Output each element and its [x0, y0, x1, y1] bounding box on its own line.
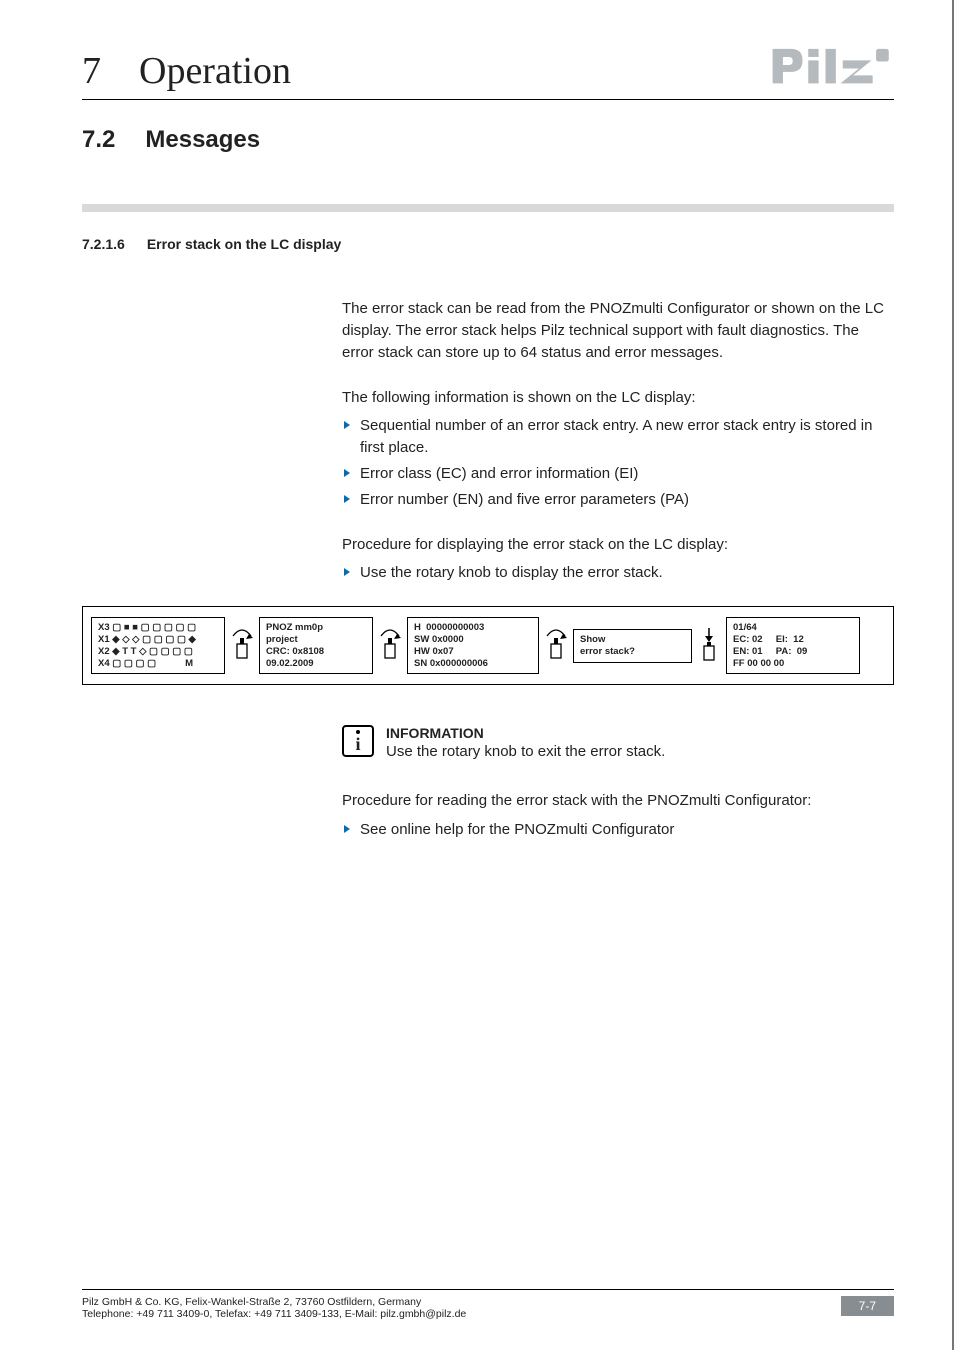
bullet-list: Use the rotary knob to display the error…: [342, 562, 894, 584]
chapter-heading: 7 Operation: [82, 49, 291, 93]
chapter-title: Operation: [139, 49, 291, 93]
paragraph: The error stack can be read from the PNO…: [342, 298, 894, 365]
page-header: 7 Operation: [82, 42, 894, 100]
body-column: The error stack can be read from the PNO…: [342, 298, 894, 584]
list-item: Error class (EC) and error information (…: [342, 463, 894, 485]
footer-line: Telephone: +49 711 3409-0, Telefax: +49 …: [82, 1308, 466, 1320]
chapter-number: 7: [82, 49, 101, 93]
section-title: Messages: [145, 126, 260, 154]
information-note: i INFORMATION Use the rotary knob to exi…: [342, 725, 894, 760]
page-footer: Pilz GmbH & Co. KG, Felix-Wankel-Straße …: [82, 1289, 894, 1320]
bullet-list: Sequential number of an error stack entr…: [342, 415, 894, 512]
footer-address: Pilz GmbH & Co. KG, Felix-Wankel-Straße …: [82, 1296, 466, 1320]
pilz-logo-icon: [768, 42, 895, 93]
lcd-panel-errorstack: 01/64 EC: 02 EI: 12 EN: 01 PA: 09 FF 00 …: [726, 617, 860, 675]
rotary-knob-icon: [231, 628, 253, 664]
rotary-knob-icon: [545, 628, 567, 664]
rotary-knob-icon: [379, 628, 401, 664]
list-item: Error number (EN) and five error paramet…: [342, 489, 894, 511]
body-column: Procedure for reading the error stack wi…: [342, 790, 894, 840]
bullet-list: See online help for the PNOZmulti Config…: [342, 819, 894, 841]
lcd-panel-status: X3 ▢ ■ ■ ▢ ▢ ▢ ▢ ▢ X1 ◆ ◇ ◇ ▢ ▢ ▢ ▢ ◆ X2…: [91, 617, 225, 675]
subsection-number: 7.2.1.6: [82, 236, 125, 252]
list-item: See online help for the PNOZmulti Config…: [342, 819, 894, 841]
page-number-badge: 7-7: [841, 1296, 894, 1316]
paragraph: Procedure for reading the error stack wi…: [342, 792, 811, 809]
rotary-knob-press-icon: [698, 628, 720, 664]
lcd-panel-project: PNOZ mm0p project CRC: 0x8108 09.02.2009: [259, 617, 373, 675]
footer-line: Pilz GmbH & Co. KG, Felix-Wankel-Straße …: [82, 1296, 466, 1308]
lcd-panel-hwinfo: H 00000000003 SW 0x0000 HW 0x07 SN 0x000…: [407, 617, 539, 675]
paragraph: The following information is shown on th…: [342, 389, 696, 406]
paragraph: Procedure for displaying the error stack…: [342, 536, 728, 553]
subsection-title: Error stack on the LC display: [147, 236, 342, 252]
info-text: Use the rotary knob to exit the error st…: [386, 743, 665, 760]
section-number: 7.2: [82, 126, 115, 154]
info-icon: i: [342, 725, 374, 757]
section-heading: 7.2 Messages: [82, 126, 894, 212]
lcd-panel-prompt: Show error stack?: [573, 629, 692, 663]
lcd-diagram: X3 ▢ ■ ■ ▢ ▢ ▢ ▢ ▢ X1 ◆ ◇ ◇ ▢ ▢ ▢ ▢ ◆ X2…: [82, 606, 894, 686]
list-item: Sequential number of an error stack entr…: [342, 415, 894, 459]
subsection-heading: 7.2.1.6 Error stack on the LC display: [82, 236, 894, 252]
info-title: INFORMATION: [386, 725, 665, 741]
list-item: Use the rotary knob to display the error…: [342, 562, 894, 584]
